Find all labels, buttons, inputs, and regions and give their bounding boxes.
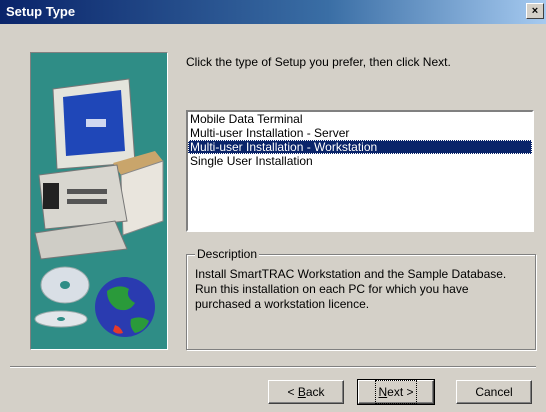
cancel-button[interactable]: Cancel	[456, 380, 532, 404]
description-label: Description	[195, 247, 260, 261]
divider	[10, 366, 536, 368]
description-text: Install SmartTRAC Workstation and the Sa…	[195, 267, 507, 311]
next-focus: Next >	[375, 380, 417, 404]
next-accelerator: N	[378, 385, 388, 399]
back-label: ack	[305, 385, 325, 399]
next-label: ext >	[387, 385, 414, 399]
window-title: Setup Type	[6, 4, 76, 19]
back-prefix: <	[287, 385, 298, 399]
title-bar: Setup Type ×	[0, 0, 546, 24]
close-icon[interactable]: ×	[526, 3, 544, 19]
setup-illustration	[30, 52, 168, 350]
instruction-text: Click the type of Setup you prefer, then…	[186, 55, 451, 69]
cd-disc-icon	[34, 266, 90, 328]
setup-type-list[interactable]: Mobile Data Terminal Multi-user Installa…	[186, 110, 534, 232]
back-button[interactable]: < Back	[268, 380, 344, 404]
list-item-multi-user-server[interactable]: Multi-user Installation - Server	[188, 126, 532, 140]
back-accelerator: B	[297, 385, 306, 399]
next-button[interactable]: Next >	[357, 379, 435, 405]
globe-icon	[95, 277, 155, 337]
description-group: Description Install SmartTRAC Workstatio…	[186, 247, 536, 350]
computer-illustration	[34, 78, 164, 337]
list-item-single-user[interactable]: Single User Installation	[188, 154, 532, 168]
list-item-mobile-data-terminal[interactable]: Mobile Data Terminal	[188, 112, 532, 126]
list-item-multi-user-workstation[interactable]: Multi-user Installation - Workstation	[188, 140, 532, 154]
